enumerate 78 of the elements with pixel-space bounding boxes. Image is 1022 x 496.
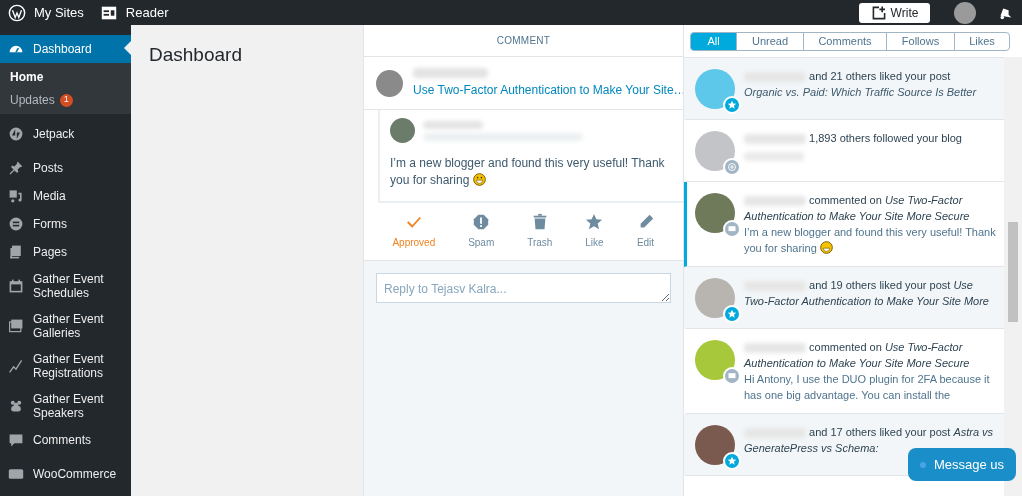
submenu-item[interactable]: Updates 1 [0, 90, 131, 110]
notification-text: 1,893 others followed your blog [744, 130, 996, 146]
message-us-toast[interactable]: Message us [907, 448, 1016, 481]
sidebar-item[interactable]: Gather Event Galleries [0, 306, 131, 346]
star-badge-icon [723, 96, 741, 114]
avatar [695, 131, 735, 171]
notification-item[interactable]: and 21 others liked your post Organic vs. Paid: Which Traffic Source Is Better [684, 58, 1004, 120]
pin-icon [8, 160, 24, 176]
calendar-icon [8, 278, 24, 294]
notification-text: commented on Use Two-Factor Authentication to Make Your Site More Secure [744, 193, 971, 224]
notification-item[interactable]: and 19 others liked your post Use Two-Factor Authentication to Make Your Site More [684, 267, 1004, 329]
sidebar-item[interactable]: Comments [0, 426, 131, 454]
filter-tab[interactable]: Likes [954, 31, 1010, 51]
avatar [695, 340, 735, 380]
wordpress-logo-icon [8, 3, 26, 22]
pages-icon [8, 244, 24, 260]
write-button[interactable]: Write [859, 2, 930, 23]
avatar [695, 425, 735, 465]
panel-header: COMMENT [496, 34, 551, 48]
comment-excerpt: Hi Antony, I use the DUO plugin for 2FA because it has one big advantage. You can install the [744, 372, 991, 403]
notification-text: and 21 others liked your post [744, 68, 996, 84]
sidebar-item[interactable]: Forms [0, 210, 131, 238]
action-button[interactable]: Spam [468, 213, 495, 250]
bolt-circle-icon [8, 126, 24, 142]
filter-tab[interactable]: Comments [803, 31, 887, 51]
current-page-arrow [124, 41, 131, 55]
sidebar-item[interactable]: Gather Event Speakers [0, 386, 131, 426]
comment-excerpt: I’m a new blogger and found this very useful! Thank you for sharing [744, 225, 996, 256]
sidebar-item[interactable]: Media [0, 182, 131, 210]
smiley-icon [819, 241, 833, 254]
update-count-badge: 1 [59, 93, 73, 107]
avatar [695, 278, 735, 318]
compose-icon [870, 4, 887, 21]
smiley-icon [472, 173, 486, 186]
star-icon [585, 213, 604, 231]
woocommerce-icon [8, 466, 24, 482]
plus-badge-icon [723, 158, 741, 176]
filter-tab[interactable]: Follows [886, 31, 955, 51]
avatar [390, 118, 415, 143]
action-button[interactable]: Edit [636, 213, 655, 250]
action-button[interactable]: Like [585, 213, 604, 250]
topbar-link[interactable]: My Sites [8, 2, 84, 23]
sidebar-item[interactable]: Pages [0, 238, 131, 266]
topbar-link[interactable]: Reader [99, 2, 169, 23]
reply-field[interactable]: Reply to Tejasv Kalra... [376, 273, 671, 303]
submenu-item[interactable]: Home [0, 67, 131, 87]
gallery-icon [8, 318, 24, 334]
speech-bubble-icon [8, 432, 24, 448]
post-link[interactable]: Use Two-Factor Authentication to Make Your Site… [413, 80, 686, 99]
sidebar-item[interactable]: Jetpack [0, 120, 131, 148]
sidebar-item[interactable]: Dashboard [0, 35, 131, 63]
form-icon [8, 216, 24, 232]
action-button[interactable]: Trash [527, 213, 553, 250]
line-chart-icon [8, 358, 24, 374]
blurred-name [423, 120, 483, 129]
avatar[interactable] [954, 1, 976, 24]
scrollbar[interactable] [1004, 57, 1022, 496]
people-icon [8, 398, 24, 414]
comment-badge-icon [723, 367, 741, 385]
sidebar-item[interactable]: Gather Event Registrations [0, 346, 131, 386]
star-badge-icon [723, 452, 741, 470]
sidebar-item[interactable]: WooCommerce [0, 460, 131, 488]
notification-text: and 19 others liked your post Use Two-Factor Authentication to Make Your Site More [744, 278, 990, 309]
media-icon [8, 188, 24, 204]
notification-text: commented on Use Two-Factor Authentication to Make Your Site More Secure [744, 340, 971, 371]
sidebar-item[interactable]: Gather Event Schedules [0, 266, 131, 306]
star-badge-icon [723, 305, 741, 323]
post-title: Organic vs. Paid: Which Traffic Source Is Better [744, 85, 978, 100]
exclamation-icon [472, 213, 491, 231]
sidebar-item[interactable]: Posts [0, 154, 131, 182]
page-title: Dashboard [149, 43, 243, 67]
comment-badge-icon [723, 220, 741, 238]
avatar [376, 69, 403, 97]
avatar [695, 193, 735, 233]
filter-tab[interactable]: Unread [736, 31, 804, 51]
comment-text: I’m a new blogger and found this very useful! Thank you for sharing [390, 155, 666, 189]
avatar [695, 69, 735, 109]
notification-item[interactable]: commented on Use Two-Factor Authentication to Make Your Site More Secure I’m a new blogger and found this very useful! Thank you for sharing [684, 182, 1004, 267]
